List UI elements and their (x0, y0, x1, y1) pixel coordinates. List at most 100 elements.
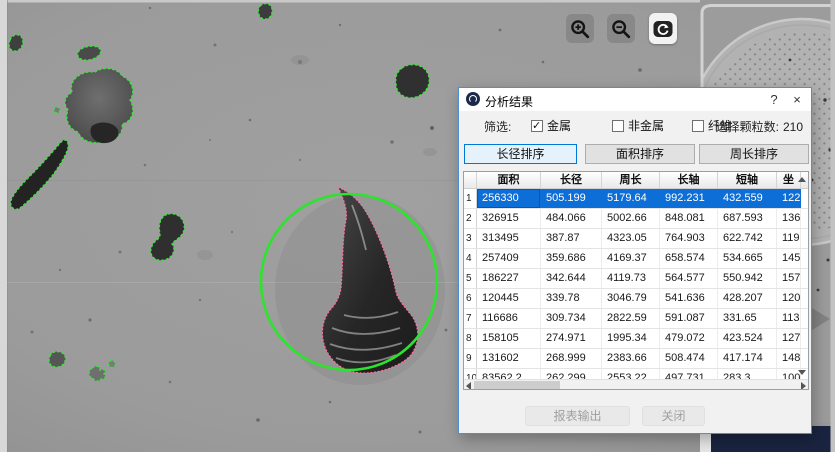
table-cell[interactable]: 342.644 (541, 269, 602, 288)
table-cell[interactable]: 2 (464, 209, 477, 228)
table-cell[interactable]: 1 (464, 189, 477, 208)
column-header[interactable] (464, 172, 477, 188)
table-cell[interactable]: 12241.5 (777, 189, 801, 208)
scroll-left-icon[interactable] (466, 382, 471, 390)
results-table[interactable]: 面积长径周长长轴短轴坐 1256330505.1995179.64992.231… (463, 171, 809, 390)
table-row[interactable]: 1256330505.1995179.64992.231432.55912241… (464, 189, 808, 209)
table-cell[interactable]: 326915 (477, 209, 541, 228)
table-cell[interactable]: 274.971 (541, 329, 602, 348)
table-cell[interactable]: 423.524 (718, 329, 777, 348)
table-cell[interactable]: 4323.05 (602, 229, 660, 248)
table-cell[interactable]: 417.174 (718, 349, 777, 368)
table-cell[interactable]: 11985 (777, 229, 801, 248)
column-header[interactable]: 面积 (477, 172, 541, 188)
table-cell[interactable]: 1995.34 (602, 329, 660, 348)
checkbox-unchecked-icon[interactable] (692, 120, 704, 132)
table-cell[interactable]: 313495 (477, 229, 541, 248)
table-cell[interactable]: 3046.79 (602, 289, 660, 308)
table-cell[interactable]: 120445 (477, 289, 541, 308)
zoom-out-button[interactable] (607, 14, 635, 43)
table-row[interactable]: 3313495387.874323.05764.903622.74211985 (464, 229, 808, 249)
table-cell[interactable]: 848.081 (660, 209, 718, 228)
table-cell[interactable]: 591.087 (660, 309, 718, 328)
table-row[interactable]: 9131602268.9992383.66508.474417.17414829… (464, 349, 808, 369)
table-cell[interactable]: 339.78 (541, 289, 602, 308)
table-cell[interactable]: 4119.73 (602, 269, 660, 288)
scroll-up-icon[interactable] (798, 177, 806, 182)
table-row[interactable]: 6120445339.783046.79541.636428.20712068.… (464, 289, 808, 309)
table-cell[interactable]: 11396.5 (777, 309, 801, 328)
sort-button-3[interactable]: 周长排序 (699, 144, 809, 164)
table-cell[interactable]: 6 (464, 289, 477, 308)
column-header[interactable]: 长径 (541, 172, 602, 188)
sort-button-2[interactable]: 面积排序 (585, 144, 695, 164)
refresh-button[interactable] (649, 13, 677, 44)
table-cell[interactable]: 2822.59 (602, 309, 660, 328)
table-cell[interactable]: 5 (464, 269, 477, 288)
table-row[interactable]: 5186227342.6444119.73564.577550.94215703… (464, 269, 808, 289)
table-cell[interactable]: 268.999 (541, 349, 602, 368)
table-cell[interactable]: 428.207 (718, 289, 777, 308)
table-cell[interactable]: 7 (464, 309, 477, 328)
scroll-down-icon[interactable] (798, 370, 806, 375)
table-cell[interactable]: 764.903 (660, 229, 718, 248)
table-cell[interactable]: 158105 (477, 329, 541, 348)
help-button[interactable]: ? (765, 91, 783, 108)
table-cell[interactable]: 5179.64 (602, 189, 660, 208)
table-cell[interactable]: 116686 (477, 309, 541, 328)
table-cell[interactable]: 15703.5 (777, 269, 801, 288)
table-cell[interactable]: 186227 (477, 269, 541, 288)
table-cell[interactable]: 13653 (777, 209, 801, 228)
table-cell[interactable]: 564.577 (660, 269, 718, 288)
table-cell[interactable]: 387.87 (541, 229, 602, 248)
table-cell[interactable]: 687.593 (718, 209, 777, 228)
checkbox-checked-icon[interactable] (531, 120, 543, 132)
column-header[interactable]: 周长 (602, 172, 660, 188)
checkbox-unchecked-icon[interactable] (612, 120, 624, 132)
table-cell[interactable]: 2383.66 (602, 349, 660, 368)
table-cell[interactable]: 12705.9 (777, 329, 801, 348)
table-cell[interactable]: 658.574 (660, 249, 718, 268)
table-cell[interactable]: 4 (464, 249, 477, 268)
table-cell[interactable]: 257409 (477, 249, 541, 268)
table-cell[interactable]: 622.742 (718, 229, 777, 248)
table-cell[interactable]: 508.474 (660, 349, 718, 368)
close-button[interactable]: 关闭 (642, 406, 705, 426)
horizontal-scrollbar[interactable] (464, 379, 808, 389)
table-cell[interactable]: 3 (464, 229, 477, 248)
table-cell[interactable]: 4169.37 (602, 249, 660, 268)
column-header[interactable]: 长轴 (660, 172, 718, 188)
table-cell[interactable]: 541.636 (660, 289, 718, 308)
table-cell[interactable]: 550.942 (718, 269, 777, 288)
table-row[interactable]: 4257409359.6864169.37658.574534.66514504… (464, 249, 808, 269)
column-header[interactable]: 短轴 (718, 172, 777, 188)
table-cell[interactable]: 8 (464, 329, 477, 348)
table-row[interactable]: 7116686309.7342822.59591.087331.6511396.… (464, 309, 808, 329)
table-cell[interactable]: 14829.5 (777, 349, 801, 368)
table-cell[interactable]: 505.199 (541, 189, 602, 208)
table-cell[interactable]: 131602 (477, 349, 541, 368)
table-cell[interactable]: 359.686 (541, 249, 602, 268)
table-cell[interactable]: 432.559 (718, 189, 777, 208)
table-row[interactable]: 2326915484.0665002.66848.081687.59313653 (464, 209, 808, 229)
table-cell[interactable]: 992.231 (660, 189, 718, 208)
close-icon[interactable]: × (788, 91, 806, 108)
table-cell[interactable]: 484.066 (541, 209, 602, 228)
filter-checkbox-1[interactable]: 金属 (531, 117, 571, 134)
scrollbar-thumb[interactable] (474, 381, 560, 389)
table-cell[interactable]: 12068.5 (777, 289, 801, 308)
table-cell[interactable]: 256330 (477, 189, 541, 208)
table-cell[interactable]: 479.072 (660, 329, 718, 348)
table-cell[interactable]: 5002.66 (602, 209, 660, 228)
table-cell[interactable]: 14504.3 (777, 249, 801, 268)
table-cell[interactable]: 331.65 (718, 309, 777, 328)
dialog-titlebar[interactable]: 分析结果 ? × (459, 88, 811, 111)
zoom-in-button[interactable] (566, 14, 594, 43)
sort-button-1[interactable]: 长径排序 (464, 144, 577, 164)
report-export-button[interactable]: 报表输出 (525, 406, 630, 426)
table-body[interactable]: 1256330505.1995179.64992.231432.55912241… (464, 189, 808, 380)
filter-checkbox-2[interactable]: 非金属 (612, 117, 664, 134)
scroll-right-icon[interactable] (801, 382, 806, 390)
table-row[interactable]: 8158105274.9711995.34479.072423.52412705… (464, 329, 808, 349)
table-cell[interactable]: 9 (464, 349, 477, 368)
